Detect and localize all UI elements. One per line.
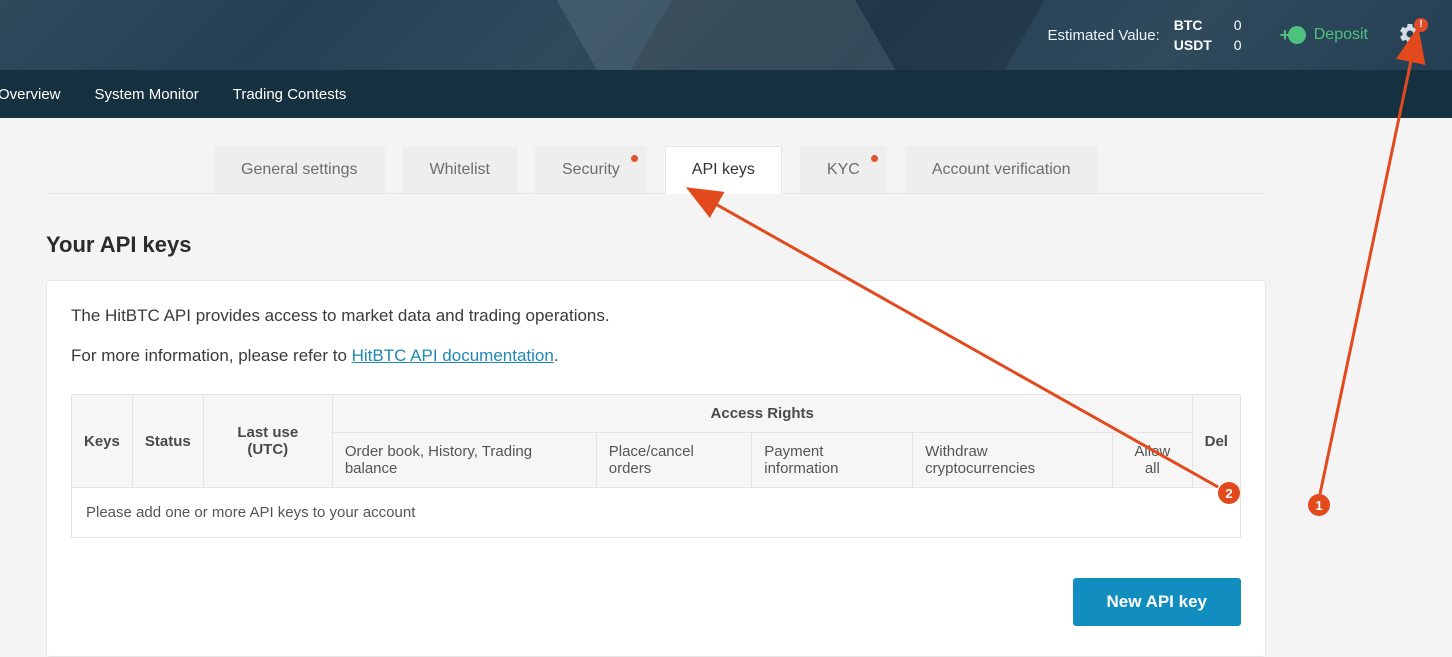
description-suffix: . [554,346,559,365]
section-title: Your API keys [46,232,1266,258]
settings-tabs: General settings Whitelist Security API … [46,146,1266,194]
col-payment-info: Payment information [752,433,913,488]
description-line-1: The HitBTC API provides access to market… [71,303,1241,329]
tab-api-keys[interactable]: API keys [665,146,782,194]
nav-trading-contests[interactable]: Trading Contests [233,86,347,103]
gear-alert-badge: ! [1414,18,1428,32]
nav-overview[interactable]: Overview [0,86,61,103]
col-status: Status [132,395,203,488]
api-keys-table: Keys Status Last use (UTC) Access Rights… [71,394,1241,538]
tab-whitelist[interactable]: Whitelist [403,146,517,193]
tab-general-settings[interactable]: General settings [214,146,385,193]
col-keys: Keys [72,395,133,488]
estimated-value-label: Estimated Value: [1047,27,1159,44]
api-docs-link[interactable]: HitBTC API documentation [352,346,554,365]
page-content: General settings Whitelist Security API … [46,118,1266,657]
annotation-badge-1: 1 [1308,494,1330,516]
top-banner: Estimated Value: BTC 0 USDT 0 + Deposit … [0,0,1452,70]
description-prefix: For more information, please refer to [71,346,352,365]
tab-kyc[interactable]: KYC [800,146,887,193]
tab-kyc-label: KYC [827,161,860,178]
balance-value-usdt: 0 [1234,35,1244,55]
balance-symbol-btc: BTC [1174,15,1222,35]
col-order-book: Order book, History, Trading balance [332,433,596,488]
deposit-icon: + [1284,24,1306,46]
balance-value-btc: 0 [1234,15,1244,35]
deposit-label: Deposit [1314,26,1368,44]
col-last-use: Last use (UTC) [203,395,332,488]
col-del: Del [1192,395,1240,488]
tab-security-label: Security [562,161,620,178]
settings-button[interactable]: ! [1398,22,1422,49]
col-access-rights: Access Rights [332,395,1192,433]
tab-account-verification[interactable]: Account verification [905,146,1098,193]
api-keys-card: The HitBTC API provides access to market… [46,280,1266,657]
balance-block: BTC 0 USDT 0 [1174,15,1244,55]
col-place-cancel: Place/cancel orders [596,433,751,488]
tab-security[interactable]: Security [535,146,647,193]
main-nav: Overview System Monitor Trading Contests [0,70,1452,118]
col-allow-all: Allow all [1113,433,1193,488]
gear-icon [1398,22,1422,46]
new-api-key-button[interactable]: New API key [1073,578,1241,626]
alert-dot-icon [631,155,638,162]
col-withdraw: Withdraw cryptocurrencies [913,433,1113,488]
nav-system-monitor[interactable]: System Monitor [95,86,199,103]
annotation-arrow-1 [1320,56,1412,494]
empty-state-row: Please add one or more API keys to your … [72,488,1241,538]
deposit-button[interactable]: + Deposit [1284,24,1368,46]
alert-dot-icon [871,155,878,162]
balance-symbol-usdt: USDT [1174,35,1222,55]
description-line-2: For more information, please refer to Hi… [71,343,1241,369]
